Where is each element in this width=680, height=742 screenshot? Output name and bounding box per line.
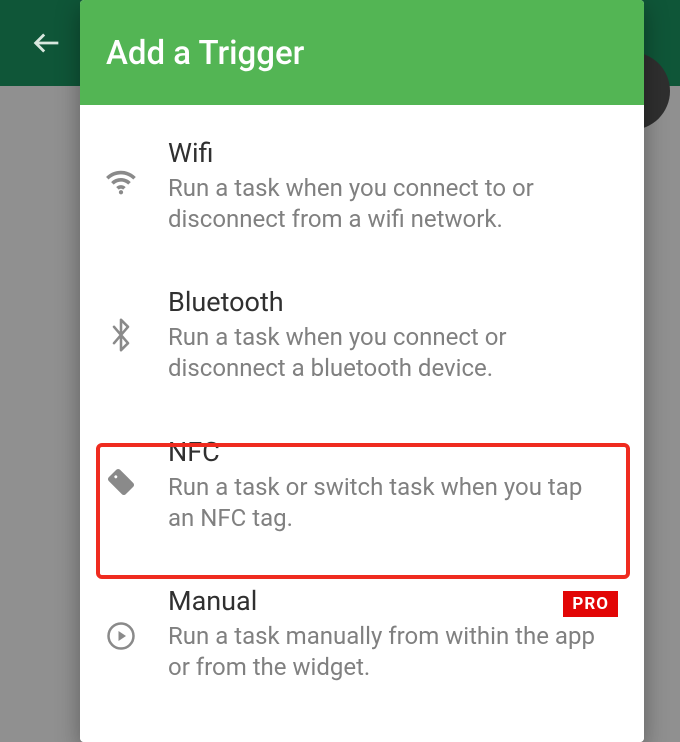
- trigger-item-wifi[interactable]: Wifi Run a task when you connect to or d…: [80, 111, 644, 260]
- trigger-list: Wifi Run a task when you connect to or d…: [80, 105, 644, 742]
- back-arrow-icon[interactable]: [30, 26, 64, 60]
- trigger-desc: Run a task or switch task when you tap a…: [168, 472, 608, 533]
- nfc-tag-icon: [102, 466, 140, 498]
- trigger-item-nfc[interactable]: NFC Run a task or switch task when you t…: [80, 410, 644, 559]
- trigger-title: Manual: [168, 585, 608, 617]
- trigger-title: Bluetooth: [168, 286, 608, 318]
- wifi-icon: [102, 167, 140, 199]
- trigger-desc: Run a task manually from within the app …: [168, 621, 608, 682]
- trigger-desc: Run a task when you connect to or discon…: [168, 173, 608, 234]
- trigger-item-bluetooth[interactable]: Bluetooth Run a task when you connect or…: [80, 260, 644, 409]
- trigger-title: NFC: [168, 436, 608, 468]
- pro-badge: PRO: [563, 591, 618, 617]
- trigger-item-manual[interactable]: PRO Manual Run a task manually from with…: [80, 559, 644, 708]
- trigger-title: Wifi: [168, 137, 608, 169]
- trigger-desc: Run a task when you connect or disconnec…: [168, 322, 608, 383]
- add-trigger-dialog: Add a Trigger Wifi Run a task when you c…: [80, 0, 644, 742]
- bluetooth-icon: [102, 316, 140, 354]
- play-circle-icon: [102, 621, 140, 651]
- dialog-title: Add a Trigger: [80, 0, 644, 105]
